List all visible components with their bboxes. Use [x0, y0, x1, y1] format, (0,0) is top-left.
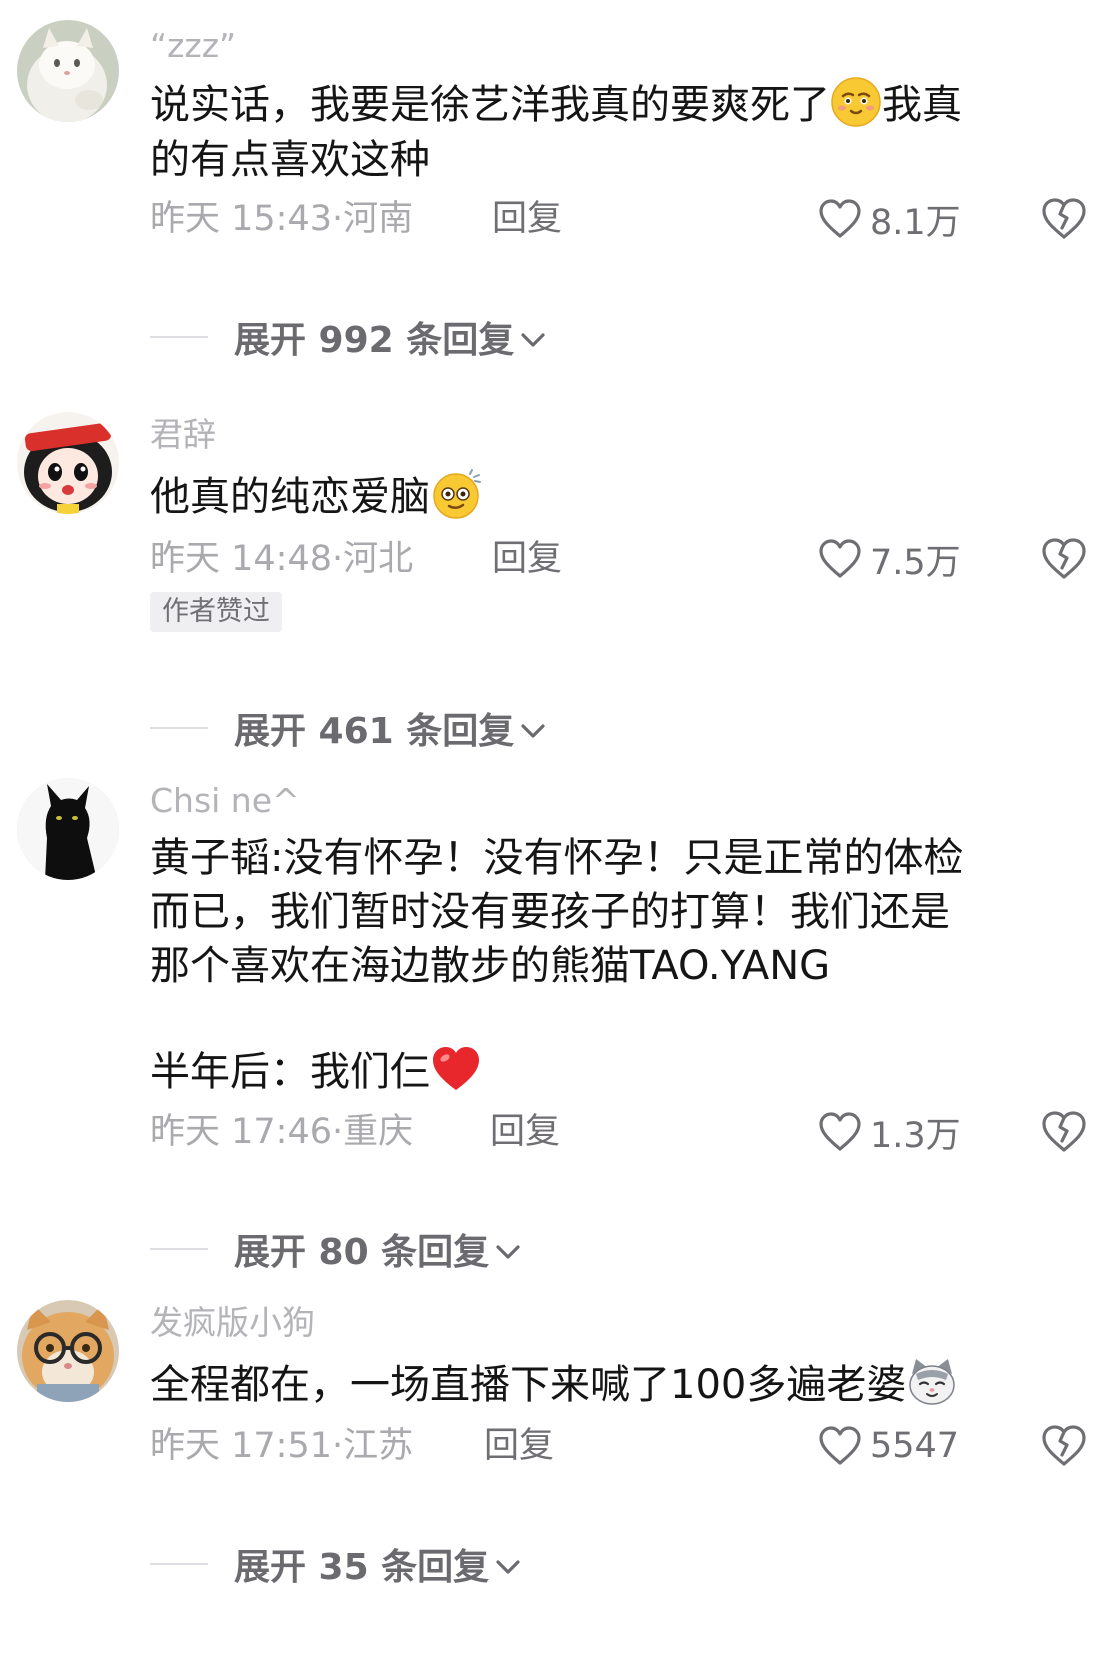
comment-time: 昨天 17:51 — [150, 1426, 332, 1466]
comment-text-line: 全程都在，一场直播下来喊了100多遍老婆 — [150, 1362, 907, 1408]
comment-text: 他真的纯恋爱脑 — [150, 468, 482, 525]
comment-text-line: 半年后：我们仨 — [150, 1049, 430, 1095]
comment-meta: 昨天 17:46·重庆 — [150, 1110, 413, 1154]
user-avatar[interactable] — [17, 20, 119, 122]
chevron-down-icon — [496, 1245, 520, 1259]
comment-text: 的有点喜欢这种 — [150, 137, 430, 183]
comment-location: 河北 — [343, 539, 414, 579]
like-button[interactable]: 8.1万 — [818, 195, 961, 243]
like-count: 1.3万 — [870, 1115, 961, 1156]
comment-text: 那个喜欢在海边散步的熊猫TAO.YANG — [150, 943, 831, 989]
broken-heart-icon — [1042, 1425, 1086, 1466]
heart-outline-icon — [819, 1112, 861, 1151]
red-heart-emoji-icon — [433, 1047, 479, 1090]
comment-text: 黄子韬:没有怀孕！没有怀孕！只是正常的体检 — [150, 835, 964, 881]
broken-heart-icon — [1042, 1111, 1086, 1152]
broken-heart-icon — [1042, 538, 1086, 579]
comment-text: 说实话，我要是徐艺洋我真的要爽死了 我真 — [150, 76, 962, 133]
expand-divider — [150, 1248, 208, 1250]
black-cat-avatar-icon — [17, 778, 119, 880]
comment-text-line: 我真 — [882, 82, 962, 128]
meta-separator: · — [332, 1112, 344, 1152]
heart-outline-icon — [819, 1426, 861, 1465]
user-avatar[interactable] — [17, 1300, 119, 1402]
comment-location: 重庆 — [343, 1112, 414, 1152]
expand-divider — [150, 336, 208, 338]
comment-meta: 昨天 17:51·江苏 — [150, 1424, 413, 1468]
expand-replies-button[interactable]: 展开 461 条回复 — [150, 704, 548, 752]
dislike-button[interactable] — [1040, 1422, 1088, 1470]
cartoon-girl-avatar-icon — [17, 412, 119, 514]
like-button[interactable]: 1.3万 — [818, 1108, 961, 1156]
username[interactable]: 君辞 — [150, 415, 216, 455]
meta-separator: · — [332, 199, 344, 239]
expand-replies-label: 展开 992 条回复 — [234, 320, 515, 361]
like-button[interactable]: 7.5万 — [818, 535, 961, 583]
dislike-button[interactable] — [1040, 195, 1088, 243]
like-count: 7.5万 — [870, 542, 961, 583]
comment-text-line: 他真的纯恋爱脑 — [150, 474, 430, 520]
expand-replies-button[interactable]: 展开 35 条回复 — [150, 1540, 523, 1588]
comment-time: 昨天 14:48 — [150, 539, 332, 579]
cat-with-glasses-avatar-icon — [17, 1300, 119, 1402]
comment-meta: 昨天 15:43·河南 — [150, 197, 413, 241]
comment-text: 而已，我们暂时没有要孩子的打算！我们还是 — [150, 889, 950, 935]
dislike-button[interactable] — [1040, 535, 1088, 583]
comment-text-line: 说实话，我要是徐艺洋我真的要爽死了 — [150, 82, 830, 128]
expand-replies-button[interactable]: 展开 80 条回复 — [150, 1225, 523, 1273]
reply-button[interactable]: 回复 — [492, 537, 562, 581]
comment-time: 昨天 17:46 — [150, 1112, 332, 1152]
author-liked-badge: 作者赞过 — [150, 592, 282, 632]
heart-outline-icon — [819, 539, 861, 578]
comment-meta: 昨天 14:48·河北 — [150, 537, 413, 581]
comment-time: 昨天 15:43 — [150, 199, 332, 239]
expand-divider — [150, 1563, 208, 1565]
expand-divider — [150, 727, 208, 729]
smirk-face-emoji-icon — [831, 77, 881, 127]
comment-text: 全程都在，一场直播下来喊了100多遍老婆 — [150, 1356, 958, 1413]
user-avatar[interactable] — [17, 778, 119, 880]
chevron-down-icon — [496, 1560, 520, 1574]
dizzy-face-emoji-icon — [433, 469, 481, 519]
broken-heart-icon — [1042, 198, 1086, 239]
username[interactable]: 发疯版小狗 — [150, 1303, 315, 1343]
comment-location: 江苏 — [343, 1426, 414, 1466]
dislike-button[interactable] — [1040, 1108, 1088, 1156]
chevron-down-icon — [521, 724, 545, 738]
meta-separator: · — [332, 1426, 344, 1466]
like-button[interactable]: 5547 — [818, 1422, 959, 1470]
reply-button[interactable]: 回复 — [484, 1424, 554, 1468]
expand-replies-label: 展开 35 条回复 — [234, 1547, 490, 1588]
expand-replies-label: 展开 80 条回复 — [234, 1232, 490, 1273]
like-count: 8.1万 — [870, 202, 961, 243]
reply-button[interactable]: 回复 — [492, 197, 562, 241]
comment-text: 半年后：我们仨 — [150, 1043, 482, 1100]
heart-outline-icon — [819, 199, 861, 238]
reply-button[interactable]: 回复 — [490, 1110, 560, 1154]
chevron-down-icon — [521, 333, 545, 347]
like-count: 5547 — [870, 1426, 960, 1466]
user-avatar[interactable] — [17, 412, 119, 514]
username[interactable]: “zzz” — [150, 26, 236, 66]
white-cat-avatar-icon — [17, 20, 119, 122]
expand-replies-label: 展开 461 条回复 — [234, 711, 515, 752]
meta-separator: · — [332, 539, 344, 579]
comment-location: 河南 — [343, 199, 414, 239]
expand-replies-button[interactable]: 展开 992 条回复 — [150, 313, 548, 361]
username[interactable]: Chsi ne^ — [150, 781, 300, 821]
cat-face-emoji-icon — [909, 1359, 956, 1405]
